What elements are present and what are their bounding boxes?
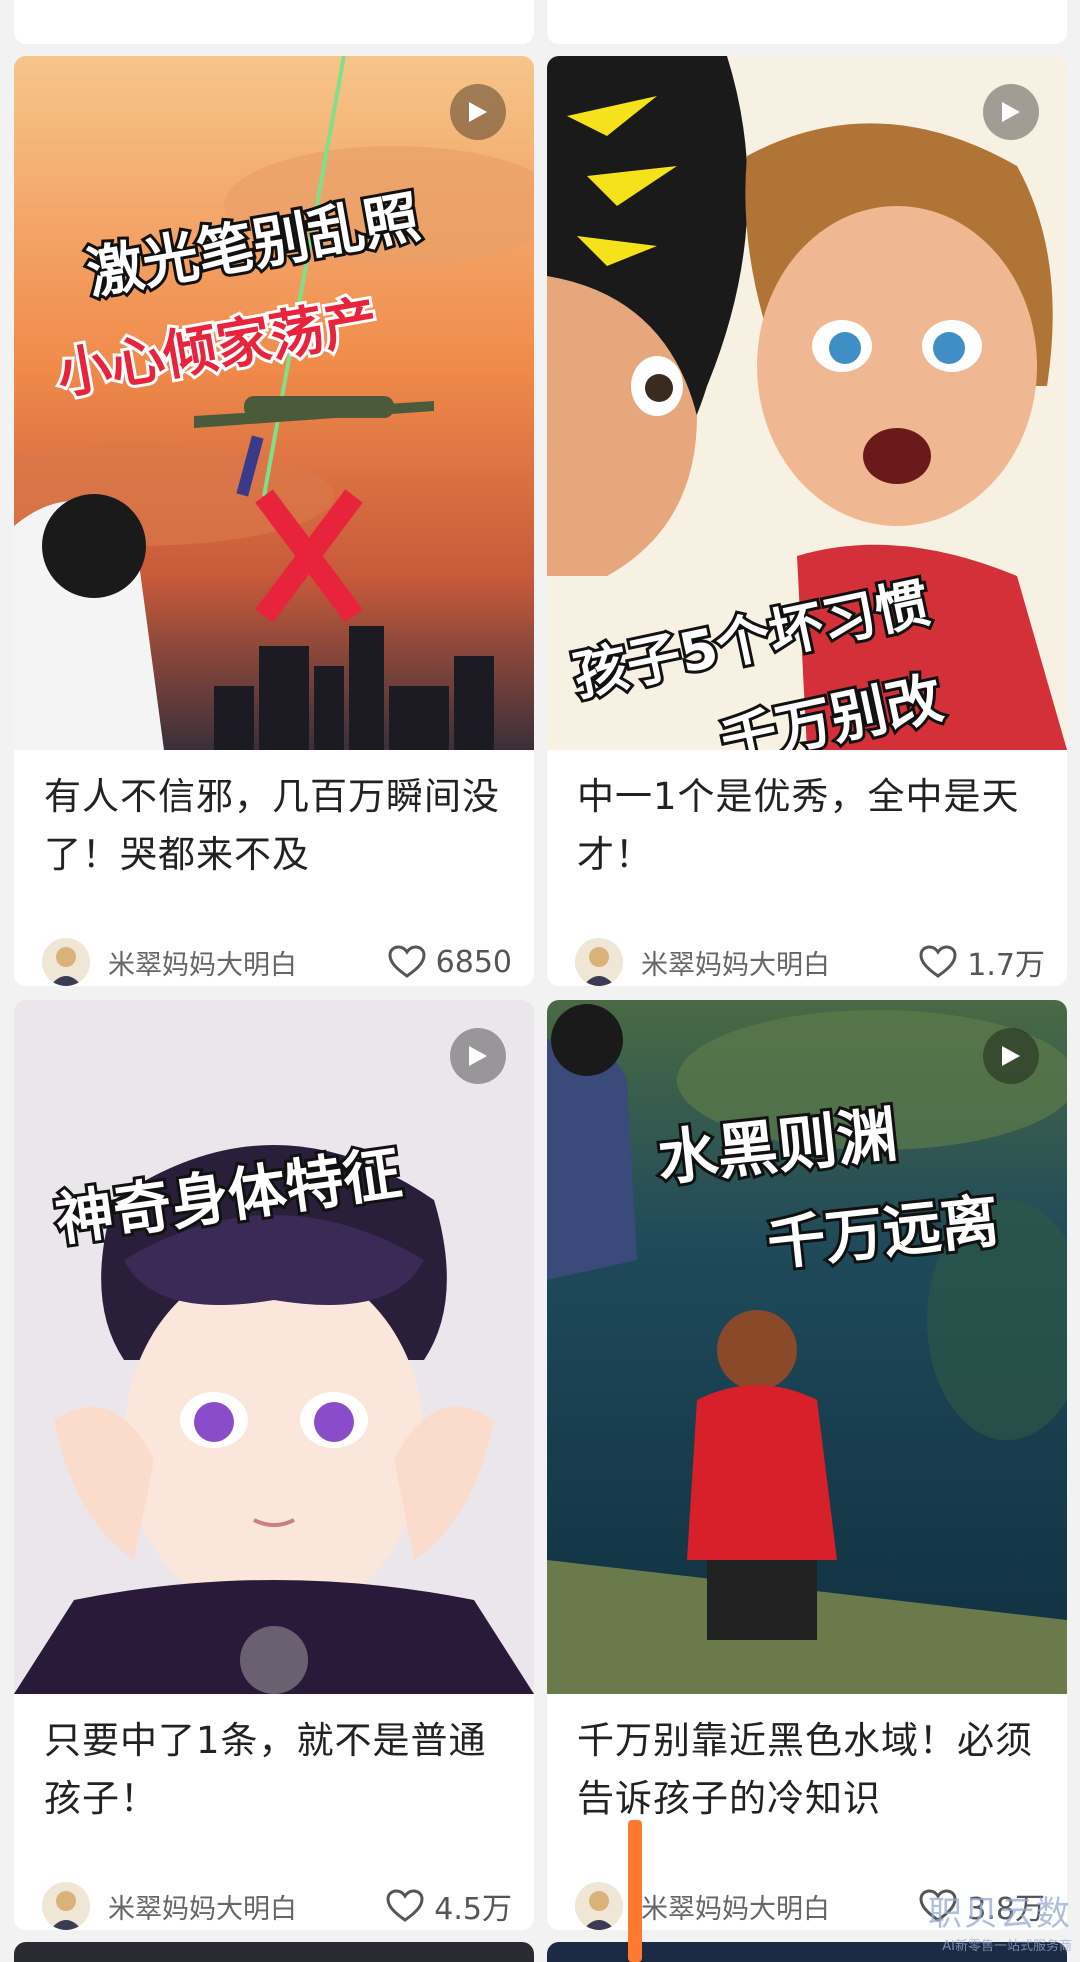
like-button[interactable]: 4.5万 bbox=[386, 1884, 512, 1928]
previous-card-right-footer[interactable] bbox=[547, 0, 1067, 44]
feed-card[interactable]: 神奇身体特征 只要中了1条，就不是普通孩子！ 米翠妈妈大明白 4.5万 bbox=[14, 1000, 534, 1930]
feed-card[interactable]: 水黑则渊 千万远离 千万别靠近黑色水域！必须告诉孩子的冷知识 米翠妈妈大明白 3… bbox=[547, 1000, 1067, 1930]
card-meta: 米翠妈妈大明白 6850 bbox=[42, 934, 512, 986]
card-title[interactable]: 只要中了1条，就不是普通孩子！ bbox=[44, 1712, 504, 1828]
card-cover-image[interactable]: 神奇身体特征 bbox=[14, 1000, 534, 1694]
card-title[interactable]: 有人不信邪，几百万瞬间没了！哭都来不及 bbox=[44, 768, 504, 884]
feed-card[interactable]: 孩子5个坏习惯 千万别改 中一1个是优秀，全中是天才！ 米翠妈妈大明白 1.7万 bbox=[547, 56, 1067, 986]
author-name[interactable]: 米翠妈妈大明白 bbox=[641, 943, 919, 982]
previous-card-left-footer[interactable] bbox=[14, 0, 534, 44]
play-icon[interactable] bbox=[983, 84, 1039, 140]
like-count: 6850 bbox=[435, 944, 512, 980]
feed: 激光笔别乱照 小心倾家荡产 有人不信邪，几百万瞬间没了！哭都来不及 米翠妈妈大明… bbox=[0, 0, 1080, 1962]
avatar[interactable] bbox=[42, 1882, 90, 1930]
card-title[interactable]: 中一1个是优秀，全中是天才！ bbox=[577, 768, 1037, 884]
card-cover-image[interactable]: 孩子5个坏习惯 千万别改 bbox=[547, 56, 1067, 750]
play-icon[interactable] bbox=[450, 1028, 506, 1084]
author-name[interactable]: 米翠妈妈大明白 bbox=[641, 1887, 919, 1926]
watermark-logo: 职贝云数 AI新零售一站式服务商 bbox=[928, 1886, 1072, 1954]
like-button[interactable]: 1.7万 bbox=[919, 940, 1045, 984]
watermark-title: 职贝云数 bbox=[928, 1894, 1072, 1934]
card-meta: 米翠妈妈大明白 4.5万 bbox=[42, 1878, 512, 1930]
feed-card[interactable]: 激光笔别乱照 小心倾家荡产 有人不信邪，几百万瞬间没了！哭都来不及 米翠妈妈大明… bbox=[14, 56, 534, 986]
avatar[interactable] bbox=[575, 938, 623, 986]
watermark-subtitle: AI新零售一站式服务商 bbox=[942, 1939, 1072, 1954]
avatar[interactable] bbox=[42, 938, 90, 986]
heart-icon bbox=[919, 945, 957, 978]
author-name[interactable]: 米翠妈妈大明白 bbox=[108, 1887, 386, 1926]
heart-icon bbox=[386, 1889, 424, 1922]
card-cover-image[interactable]: 激光笔别乱照 小心倾家荡产 bbox=[14, 56, 534, 750]
avatar[interactable] bbox=[575, 1882, 623, 1930]
author-name[interactable]: 米翠妈妈大明白 bbox=[108, 943, 388, 982]
play-icon[interactable] bbox=[983, 1028, 1039, 1084]
like-button[interactable]: 6850 bbox=[388, 945, 512, 980]
next-card-left-cover[interactable] bbox=[14, 1942, 534, 1962]
scroll-indicator[interactable] bbox=[628, 1820, 642, 1962]
play-icon[interactable] bbox=[450, 84, 506, 140]
like-count: 1.7万 bbox=[967, 948, 1045, 983]
heart-icon bbox=[388, 945, 426, 978]
card-meta: 米翠妈妈大明白 1.7万 bbox=[575, 934, 1045, 986]
card-title[interactable]: 千万别靠近黑色水域！必须告诉孩子的冷知识 bbox=[577, 1712, 1037, 1828]
card-cover-image[interactable]: 水黑则渊 千万远离 bbox=[547, 1000, 1067, 1694]
like-count: 4.5万 bbox=[434, 1892, 512, 1927]
